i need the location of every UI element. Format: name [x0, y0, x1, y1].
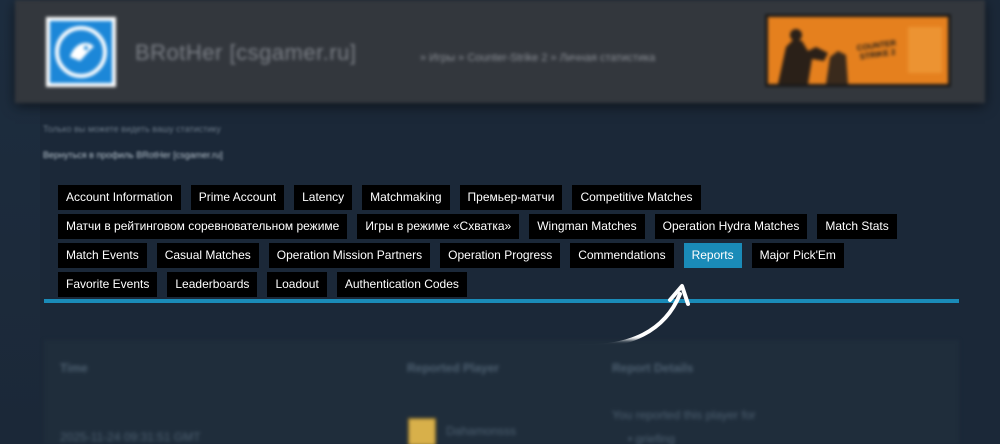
row-player-name[interactable]: Dahamonsss: [446, 424, 516, 438]
stats-tabs: Account Information Prime Account Latency M…: [58, 185, 943, 297]
tab-item-7[interactable]: Игры в режиме «Схватка»: [357, 214, 520, 239]
tab-item-4[interactable]: Премьер-матчи: [459, 185, 563, 210]
avatar-image: [50, 21, 112, 83]
tab-reports[interactable]: Reports: [683, 243, 742, 268]
tab-item-6[interactable]: Матчи в рейтинговом соревновательном реж…: [58, 214, 348, 239]
game-banner[interactable]: COUNTER STRIKE 2: [765, 14, 951, 87]
avatar[interactable]: [46, 17, 116, 87]
tabs-underline: [44, 299, 959, 303]
privacy-note: Только вы можете видеть вашу статистику: [43, 124, 221, 134]
player-avatar[interactable]: [408, 418, 436, 444]
tab-operation-hydra-matches[interactable]: Operation Hydra Matches: [654, 214, 808, 239]
tab-favorite-events[interactable]: Favorite Events: [58, 272, 158, 297]
row-report-reason: • griefing: [628, 432, 675, 444]
tab-wingman-matches[interactable]: Wingman Matches: [529, 214, 645, 239]
tab-matchmaking[interactable]: Matchmaking: [362, 185, 450, 210]
tab-prime-account[interactable]: Prime Account: [190, 185, 285, 210]
back-to-profile-link[interactable]: Вернуться в профиль BRotHer [csgamer.ru]: [43, 150, 223, 160]
tab-leaderboards[interactable]: Leaderboards: [167, 272, 258, 297]
tab-account-information[interactable]: Account Information: [58, 185, 181, 210]
tab-authentication-codes[interactable]: Authentication Codes: [336, 272, 467, 297]
tab-casual-matches[interactable]: Casual Matches: [156, 243, 259, 268]
tab-match-events[interactable]: Match Events: [58, 243, 147, 268]
column-header-report-details: Report Details: [612, 361, 694, 375]
tab-match-stats[interactable]: Match Stats: [817, 214, 897, 239]
breadcrumb[interactable]: » Игры » Counter-Strike 2 » Личная стати…: [420, 52, 655, 64]
tab-loadout[interactable]: Loadout: [267, 272, 327, 297]
tab-competitive-matches[interactable]: Competitive Matches: [572, 185, 701, 210]
tab-major-pick-em[interactable]: Major Pick'Em: [751, 243, 844, 268]
tab-commendations[interactable]: Commendations: [570, 243, 674, 268]
persona-name[interactable]: BRotHer [csgamer.ru]: [135, 40, 357, 66]
tab-operation-progress[interactable]: Operation Progress: [440, 243, 561, 268]
column-header-time: Time: [60, 361, 88, 375]
column-header-reported-player: Reported Player: [407, 361, 500, 375]
bird-logo-icon: [55, 26, 107, 78]
row-report-details: You reported this player for: [612, 408, 756, 422]
row-time: 2025-11-24 09:31:51 GMT: [60, 430, 201, 444]
tab-operation-mission-partners[interactable]: Operation Mission Partners: [268, 243, 431, 268]
tab-latency[interactable]: Latency: [294, 185, 353, 210]
profile-header: BRotHer [csgamer.ru] » Игры » Counter-St…: [15, 0, 985, 103]
